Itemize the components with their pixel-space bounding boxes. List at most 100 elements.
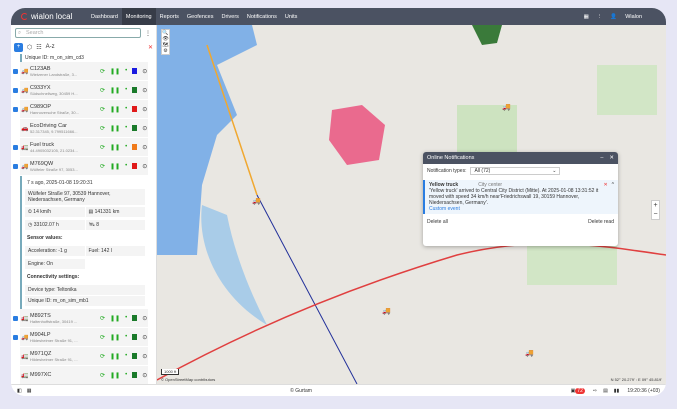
vehicle-icon: 🚚 xyxy=(21,87,29,94)
unit-marker: 🚚 xyxy=(252,197,261,205)
checkbox[interactable] xyxy=(13,315,18,321)
sensors-title: Sensor values: xyxy=(27,235,63,241)
locate-icon[interactable]: ⊙ xyxy=(142,163,147,170)
locate-icon[interactable]: ⊙ xyxy=(142,106,147,113)
delete-icon[interactable]: ✕ xyxy=(603,182,607,188)
close-icon[interactable]: ✕ xyxy=(609,155,614,161)
unit-row[interactable]: 🚛 Fuel truck 44.4905032105, 21.0234... ⟳ ❚❚ •… xyxy=(13,138,148,157)
panel-title: Online Notifications xyxy=(427,155,475,161)
locate-icon[interactable]: ⊙ xyxy=(142,334,147,341)
nav-drivers[interactable]: Drivers xyxy=(217,8,242,25)
delete-read-button[interactable]: Delete read xyxy=(588,219,614,225)
chevron-up-icon[interactable]: ^ xyxy=(612,182,614,188)
pause-icon: ❚❚ xyxy=(110,106,121,113)
map-tools[interactable]: 🔍 👁 🗺 ⚙ xyxy=(161,29,170,55)
logo[interactable]: wialon local xyxy=(11,12,87,21)
connection-icon: ⟳ xyxy=(100,125,106,132)
vehicle-icon: 🚛 xyxy=(21,315,29,322)
unit-row[interactable]: 🚚 C989OP Hannoversche Straße, 30... ⟳ ❚❚ • ⊙ xyxy=(13,100,148,119)
connection-icon: ⟳ xyxy=(100,87,106,94)
status-dot-icon: • xyxy=(125,353,128,359)
pause-icon: ❚❚ xyxy=(110,315,121,322)
zoom-out-button[interactable]: − xyxy=(652,210,659,219)
unit-row[interactable]: 🚚 M769QW Wülfeler Straße 97, 3053... ⟳ ❚❚ • ⊙ xyxy=(13,157,148,176)
pause-icon: ❚❚ xyxy=(110,144,121,151)
status-dot-icon: • xyxy=(125,315,128,321)
events-icon[interactable]: ⇨ xyxy=(593,388,597,394)
pause-icon: ❚❚ xyxy=(110,68,121,75)
checkbox[interactable] xyxy=(13,106,18,112)
panel-toggle-icon[interactable]: ◧ xyxy=(17,388,22,394)
nav-dashboard[interactable]: Dashboard xyxy=(87,8,122,25)
nav-units[interactable]: Units xyxy=(281,8,302,25)
unit-row[interactable]: 🚛 M892TS Haltenhoffstraße, 30419 ... ⟳ ❚❚ • ⊙ xyxy=(13,309,148,328)
search-input[interactable]: Search xyxy=(15,28,141,38)
unit-row[interactable]: 🚗 EcoDriving Car 52.317345, 9.799511666...… xyxy=(20,119,148,138)
add-unit-button[interactable]: + xyxy=(14,42,23,52)
sensor-engine: Engine: On xyxy=(25,259,85,269)
connection-icon: ⟳ xyxy=(100,315,106,322)
unit-row[interactable]: 🚛 M971QZ Hildesheimer Straße 91, ... ⟳ ❚❚ • ⊙ xyxy=(20,347,148,366)
locate-icon[interactable]: ⊙ xyxy=(142,372,147,379)
types-label: Notification types: xyxy=(427,168,467,174)
map[interactable]: 🚚 🚚 🚚 🚚 🔍 👁 🗺 ⚙ + − © OpenStreetMap contributor… xyxy=(157,25,666,384)
zoom-in-button[interactable]: + xyxy=(652,201,659,210)
app-window: wialon local Dashboard Monitoring Reports G… xyxy=(11,8,666,396)
locate-icon[interactable]: ⊙ xyxy=(142,87,147,94)
unique-id: Unique ID: m_on_sim_mb1 xyxy=(25,296,145,306)
status-dot-icon: • xyxy=(125,87,128,93)
minimize-icon[interactable]: – xyxy=(600,155,603,161)
status-dot-icon: • xyxy=(125,372,128,378)
tree-icon[interactable]: ☷ xyxy=(36,44,41,51)
layout-icon[interactable]: ▮▮ xyxy=(614,388,620,394)
unit-row[interactable]: 🚚 M904LP Hildesheimer Straße 91, ... ⟳ ❚❚ • ⊙ xyxy=(13,328,148,347)
close-icon[interactable]: ✕ xyxy=(148,44,153,51)
user-name[interactable]: Wialon xyxy=(625,14,642,20)
notification-item[interactable]: Yellow truck City center ✕ ^ 'Yellow truck'… xyxy=(423,180,618,214)
notification-badge[interactable]: 72 xyxy=(575,387,585,394)
pause-icon: ❚❚ xyxy=(110,372,121,379)
checkbox[interactable] xyxy=(13,144,18,150)
nav-reports[interactable]: Reports xyxy=(156,8,183,25)
vehicle-icon: 🚚 xyxy=(21,68,29,75)
pause-icon: ❚❚ xyxy=(110,87,121,94)
locate-icon[interactable]: ⊙ xyxy=(142,144,147,151)
map-scale: 1000 ft xyxy=(161,369,180,375)
checkbox[interactable] xyxy=(13,163,18,169)
locate-icon[interactable]: ⊙ xyxy=(142,353,147,360)
unit-list[interactable]: Unique ID: m_on_sim_cd3 🚚 C123AB Wietzener… xyxy=(11,54,148,384)
nav-monitoring[interactable]: Monitoring xyxy=(121,8,156,25)
custom-event-link[interactable]: Custom event xyxy=(429,206,614,212)
connection-icon: ⟳ xyxy=(100,163,106,170)
unit-row[interactable]: 🚚 C123AB Wietzener Landstraße, 3... ⟳ ❚❚ • ⊙ xyxy=(13,62,148,81)
unit-row[interactable]: 🚛 M997XC ⟳ ❚❚ • ⊙ xyxy=(20,366,148,384)
checkbox[interactable] xyxy=(13,334,18,340)
checkbox[interactable] xyxy=(13,87,18,93)
locate-icon[interactable]: ⊙ xyxy=(142,315,147,322)
status-dot-icon: • xyxy=(125,144,128,150)
zoom-control[interactable]: + − xyxy=(651,200,660,220)
user-icon[interactable]: 👤 xyxy=(610,14,617,20)
nav-geofences[interactable]: Geofences xyxy=(183,8,218,25)
notification-types-select[interactable]: All (72) ⌄ xyxy=(470,167,561,175)
tasks-icon[interactable]: ▤ xyxy=(603,388,608,394)
unit-row[interactable]: 🚚 C933YX Südschnellweg, 30459 H... ⟳ ❚❚ • ⊙ xyxy=(13,81,148,100)
locate-icon[interactable]: ⊙ xyxy=(142,125,147,132)
delete-all-button[interactable]: Delete all xyxy=(427,219,448,225)
apps-grid-icon[interactable]: ▦ xyxy=(584,14,589,20)
checkbox[interactable] xyxy=(13,68,18,74)
unit-address: Hildesheimer Straße 91, ... xyxy=(30,337,78,343)
nav-notifications[interactable]: Notifications xyxy=(243,8,281,25)
vehicle-icon: 🚚 xyxy=(21,163,29,170)
locate-icon[interactable]: ⊙ xyxy=(142,68,147,75)
geofence-icon[interactable]: ⬡ xyxy=(27,44,32,51)
more-icon[interactable]: ⋮ xyxy=(145,30,151,37)
sort-button[interactable]: A-z xyxy=(46,44,55,50)
sidebar: Search ⋮ + ⬡ ☷ A-z ✕ Unique ID: m_on_sim_… xyxy=(11,25,157,384)
unit-address: Hildesheimer Straße 91, ... xyxy=(30,356,78,362)
grid-icon[interactable]: ▦ xyxy=(27,388,32,394)
unit-name: M997XC xyxy=(30,372,52,378)
unit-address: 44.4905032105, 21.0234... xyxy=(30,147,78,153)
connection-icon: ⟳ xyxy=(100,144,106,151)
more-icon[interactable]: ⋮ xyxy=(597,14,603,20)
